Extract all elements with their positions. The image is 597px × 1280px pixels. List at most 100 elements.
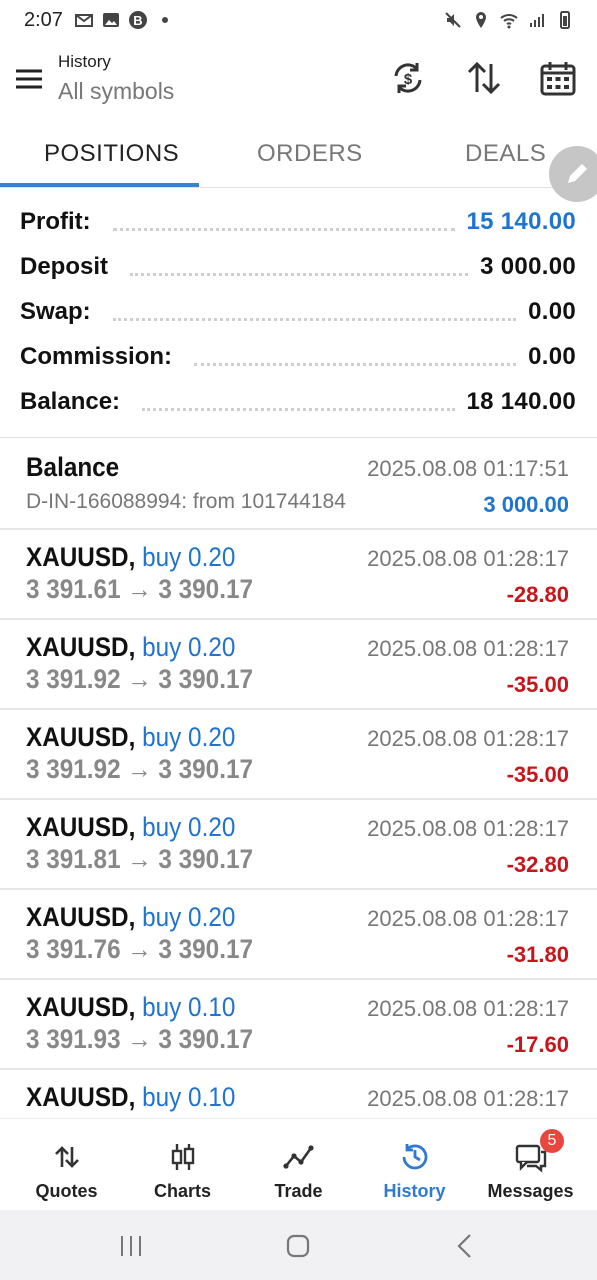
position-time: 2025.08.08 01:28:17: [367, 906, 569, 931]
bitcoin-icon: B: [129, 11, 147, 29]
position-symbol: XAUUSD,: [26, 812, 136, 842]
position-symbol: XAUUSD,: [26, 722, 136, 752]
position-symbol: XAUUSD,: [26, 902, 136, 932]
position-symbol: XAUUSD,: [26, 1082, 136, 1112]
position-side: buy 0.10: [142, 1082, 236, 1112]
summary-label: Swap:: [20, 298, 91, 325]
dotted-leader: [142, 407, 455, 411]
summary-value: 18 140.00: [466, 388, 576, 415]
nav-label: Trade: [274, 1181, 323, 1201]
location-icon: [476, 12, 486, 28]
position-profit: -31.80: [506, 942, 569, 967]
nav-messages[interactable]: Messages: [471, 1119, 590, 1211]
wifi-icon: [500, 14, 518, 29]
position-profit: -17.60: [506, 1032, 569, 1057]
tab-positions[interactable]: POSITIONS: [44, 140, 179, 168]
position-side: buy 0.20: [142, 902, 236, 932]
position-prices: 3 391.81 → 3 390.17: [26, 844, 253, 874]
tabs-divider: [0, 187, 597, 188]
menu-icon[interactable]: [14, 64, 44, 94]
summary-balance: Balance: 18 140.00: [20, 382, 576, 422]
summary-deposit: Deposit 3 000.00: [20, 247, 576, 287]
position-symbol-line: XAUUSD, buy 0.20: [26, 812, 235, 843]
dotted-leader: [112, 227, 455, 231]
nav-label: Charts: [153, 1181, 211, 1201]
position-row[interactable]: XAUUSD, buy 0.20 2025.08.08 01:28:17 3 3…: [0, 798, 597, 890]
position-prices: 3 391.92 → 3 390.17: [26, 754, 253, 784]
app-header: History All symbols $: [0, 42, 597, 126]
currency-exchange-icon[interactable]: $: [388, 58, 428, 98]
nav-history[interactable]: History: [355, 1119, 474, 1211]
position-symbol: XAUUSD,: [26, 542, 136, 572]
position-time: 2025.08.08 01:28:17: [367, 996, 569, 1021]
messages-badge: 5: [540, 1129, 564, 1153]
entry-amount: 3 000.00: [483, 492, 569, 517]
recent-apps-icon[interactable]: [115, 1230, 147, 1262]
nav-quotes[interactable]: Quotes: [7, 1119, 126, 1211]
position-symbol-line: XAUUSD, buy 0.20: [26, 632, 235, 663]
position-time: 2025.08.08 01:28:17: [367, 726, 569, 751]
sort-icon[interactable]: [464, 58, 504, 98]
summary-value: 3 000.00: [480, 253, 576, 280]
position-symbol-line: XAUUSD, buy 0.10: [26, 992, 235, 1023]
entry-time: 2025.08.08 01:17:51: [367, 456, 569, 481]
calendar-icon[interactable]: [538, 58, 578, 98]
gmail-icon: [75, 14, 93, 27]
position-side: buy 0.20: [142, 722, 236, 752]
summary-label: Commission:: [20, 343, 173, 370]
tab-deals[interactable]: DEALS: [465, 140, 546, 168]
position-time: 2025.08.08 01:28:17: [367, 636, 569, 661]
svg-text:B: B: [133, 13, 142, 28]
bottom-navigation: Quotes Charts Trade History Messages: [0, 1118, 597, 1211]
svg-text:$: $: [404, 71, 413, 88]
nav-trade[interactable]: Trade: [239, 1119, 358, 1211]
position-side: buy 0.20: [142, 812, 236, 842]
dotted-leader: [112, 317, 517, 321]
nav-label: Quotes: [35, 1181, 98, 1201]
position-prices: 3 391.93 → 3 390.17: [26, 1024, 253, 1054]
summary-commission: Commission: 0.00: [20, 337, 576, 377]
summary-value: 0.00: [528, 298, 576, 325]
system-navigation-bar: [0, 1210, 597, 1280]
back-icon[interactable]: [450, 1230, 482, 1262]
balance-entry[interactable]: Balance 2025.08.08 01:17:51 D-IN-1660889…: [0, 438, 597, 530]
position-symbol-line: XAUUSD, buy 0.10: [26, 1082, 235, 1113]
position-time: 2025.08.08 01:28:17: [367, 546, 569, 571]
position-prices: 3 391.61 → 3 390.17: [26, 574, 253, 604]
position-row[interactable]: XAUUSD, buy 0.20 2025.08.08 01:28:17 3 3…: [0, 888, 597, 980]
nav-charts[interactable]: Charts: [123, 1119, 242, 1211]
summary-value: 0.00: [528, 343, 576, 370]
summary-label: Profit:: [20, 208, 91, 235]
summary-value: 15 140.00: [466, 208, 576, 235]
arrows-updown-icon: [55, 1146, 79, 1168]
more-dot-icon: [162, 17, 168, 23]
position-prices: 3 391.92 → 3 390.17: [26, 664, 253, 694]
gallery-icon: [103, 13, 119, 27]
battery-icon: [560, 11, 570, 29]
nav-label: History: [383, 1181, 446, 1201]
position-side: buy 0.20: [142, 632, 236, 662]
position-symbol: XAUUSD,: [26, 992, 136, 1022]
edit-button[interactable]: [549, 146, 597, 202]
position-row[interactable]: XAUUSD, buy 0.20 2025.08.08 01:28:17 3 3…: [0, 618, 597, 710]
position-side: buy 0.10: [142, 992, 236, 1022]
position-row[interactable]: XAUUSD, buy 0.10 2025.08.08 01:28:17: [0, 1068, 597, 1118]
position-row[interactable]: XAUUSD, buy 0.20 2025.08.08 01:28:17 3 3…: [0, 528, 597, 620]
history-tabs: POSITIONS ORDERS DEALS: [0, 126, 597, 188]
position-row[interactable]: XAUUSD, buy 0.10 2025.08.08 01:28:17 3 3…: [0, 978, 597, 1070]
summary-label: Balance:: [20, 388, 121, 415]
position-time: 2025.08.08 01:28:17: [367, 816, 569, 841]
summary-label: Deposit: [20, 253, 109, 280]
position-profit: -35.00: [506, 672, 569, 697]
position-symbol: XAUUSD,: [26, 632, 136, 662]
history-list[interactable]: Balance 2025.08.08 01:17:51 D-IN-1660889…: [0, 438, 597, 1118]
position-row[interactable]: XAUUSD, buy 0.20 2025.08.08 01:28:17 3 3…: [0, 708, 597, 800]
status-time: 2:07: [24, 9, 63, 31]
notification-icons: B: [74, 10, 175, 30]
entry-title: Balance: [26, 452, 120, 482]
tab-orders[interactable]: ORDERS: [257, 140, 363, 168]
mute-icon: [445, 12, 461, 28]
symbol-filter[interactable]: All symbols: [58, 78, 174, 105]
position-profit: -32.80: [506, 852, 569, 877]
home-icon[interactable]: [282, 1230, 314, 1262]
